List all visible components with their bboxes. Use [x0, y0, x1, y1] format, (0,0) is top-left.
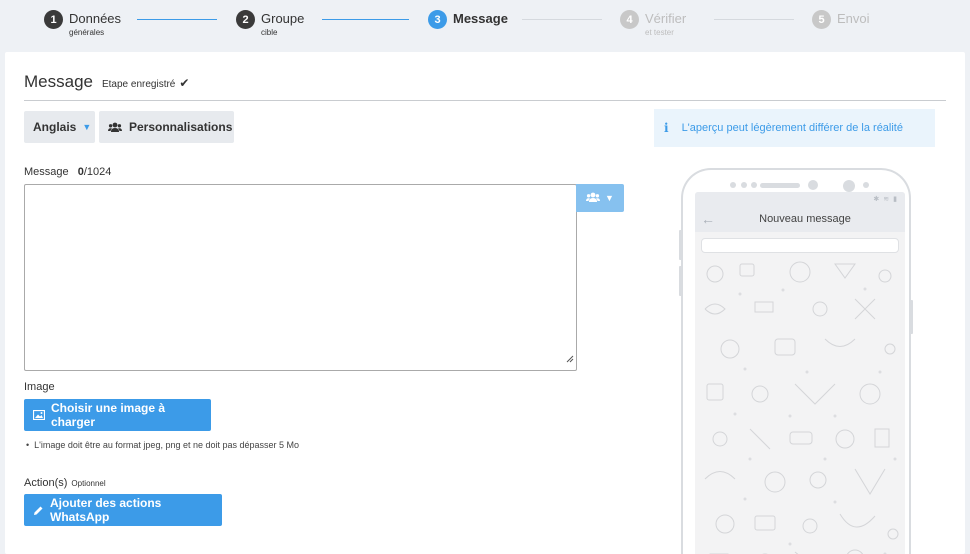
step-3[interactable]: 3 Message [428, 10, 508, 29]
page-title: Message [24, 72, 93, 91]
phone-status-bar: ✱ ≋ ▮ [695, 192, 905, 206]
users-icon [108, 122, 122, 132]
step-title: Données [69, 11, 122, 26]
step-5: 5 Envoi [812, 10, 870, 29]
step-subtitle: cible [261, 28, 278, 37]
chat-app-bar: ← Nouveau message [695, 206, 905, 232]
choose-image-label: Choisir une image à charger [51, 401, 166, 429]
step-4: 4 Vérifier et tester [620, 10, 686, 38]
wizard-stepper: 1 Données générales 2 Groupe cible 3 Mes… [0, 0, 970, 52]
personalization-label: Personnalisations [129, 120, 233, 134]
step-connector [322, 19, 409, 20]
bullet-icon: • [26, 440, 30, 450]
choose-image-button[interactable]: Choisir une image à charger [24, 399, 211, 431]
chevron-down-icon: ▼ [82, 122, 92, 132]
insert-personalization-button[interactable]: ▼ [576, 184, 624, 212]
image-icon [33, 410, 45, 420]
step-number: 1 [44, 10, 63, 29]
arrow-left-icon: ← [701, 211, 715, 227]
preview-info: i L'aperçu peut légèrement différer de l… [654, 109, 935, 147]
pencil-icon [33, 505, 44, 516]
step-2[interactable]: 2 Groupe cible [236, 10, 304, 38]
step-number: 3 [428, 10, 447, 29]
language-select[interactable]: Anglais ▼ [24, 111, 95, 143]
step-number: 5 [812, 10, 831, 29]
message-textarea[interactable] [24, 184, 577, 371]
phone-screen: ✱ ≋ ▮ ← Nouveau message [695, 192, 905, 554]
char-max: /1024 [83, 166, 112, 178]
check-icon: ✔ [179, 76, 190, 90]
resize-handle-icon[interactable] [566, 350, 574, 368]
save-status: Etape enregistré [101, 79, 176, 90]
phone-top-bar [683, 180, 909, 192]
chat-title: Nouveau message [759, 213, 851, 225]
step-connector [714, 19, 794, 20]
phone-preview: ✱ ≋ ▮ ← Nouveau message [681, 168, 911, 554]
step-title: Vérifier [645, 11, 687, 26]
image-format-note: • L'image doit être au format jpeg, png e… [24, 440, 299, 450]
image-label: Image [24, 381, 55, 393]
actions-label-text: Action(s) [24, 477, 68, 489]
wifi-icon: ≋ [883, 196, 890, 203]
message-card: Message Etape enregistré ✔ Anglais ▼ Per… [5, 52, 965, 554]
personalization-button[interactable]: Personnalisations [99, 111, 234, 143]
step-connector [522, 19, 602, 20]
add-actions-label: Ajouter des actions WhatsApp [50, 496, 162, 524]
step-number: 2 [236, 10, 255, 29]
optional-tag: Optionnel [71, 479, 106, 488]
language-label: Anglais [33, 120, 77, 134]
chevron-down-icon: ▼ [605, 193, 614, 203]
info-text: L'aperçu peut légèrement différer de la … [681, 122, 903, 134]
step-number: 4 [620, 10, 639, 29]
step-connector [137, 19, 217, 20]
message-label: Message 0/1024 [24, 166, 111, 178]
info-icon: i [664, 121, 669, 135]
actions-label: Action(s) Optionnel [24, 477, 106, 489]
step-title: Message [453, 11, 508, 26]
signal-icon: ▮ [893, 196, 897, 203]
message-label-text: Message [24, 166, 69, 178]
users-icon [586, 192, 601, 204]
chat-background-pattern [704, 261, 899, 554]
image-note-text: L'image doit être au format jpeg, png et… [34, 440, 300, 450]
bluetooth-icon: ✱ [873, 196, 880, 203]
step-subtitle: générales [69, 28, 105, 37]
section-header: Message Etape enregistré ✔ [24, 72, 946, 101]
add-whatsapp-actions-button[interactable]: Ajouter des actions WhatsApp [24, 494, 222, 526]
step-title: Envoi [837, 11, 870, 26]
step-title: Groupe [261, 11, 305, 26]
message-preview-bubble [701, 238, 899, 253]
step-subtitle: et tester [645, 28, 674, 37]
step-1[interactable]: 1 Données générales [44, 10, 121, 38]
